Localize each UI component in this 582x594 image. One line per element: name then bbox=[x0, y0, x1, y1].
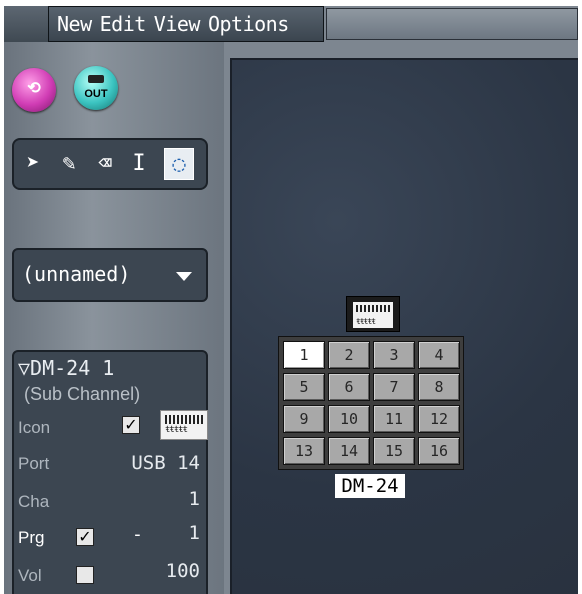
vol-label: Vol bbox=[18, 566, 42, 585]
prg-checkbox[interactable]: ✓ bbox=[76, 528, 94, 546]
tool-palette: ➤ ✎ ⌫ I ◌ bbox=[12, 138, 208, 190]
menu-view[interactable]: View bbox=[154, 12, 201, 36]
workspace-canvas[interactable]: ŧŧŧŧŧ 1 2 3 4 5 6 7 8 9 10 11 12 13 14 15 16 DM-24 bbox=[230, 58, 578, 594]
dropdown-value: (unnamed) bbox=[22, 262, 131, 286]
chevron-down-icon bbox=[176, 272, 192, 281]
arrow-tool-icon[interactable]: ➤ bbox=[18, 148, 48, 180]
cha-value[interactable]: 1 bbox=[189, 488, 200, 510]
prg-value[interactable]: 1 bbox=[189, 522, 200, 544]
name-dropdown[interactable]: (unnamed) bbox=[12, 248, 208, 302]
vol-checkbox[interactable] bbox=[76, 566, 94, 584]
left-panel: ⟲ OUT ➤ ✎ ⌫ I ◌ (unnamed) ▽DM-24 1 (Sub … bbox=[4, 42, 224, 594]
channel-button-4[interactable]: 4 bbox=[418, 341, 460, 369]
channel-button-8[interactable]: 8 bbox=[418, 373, 460, 401]
channel-button-2[interactable]: 2 bbox=[328, 341, 370, 369]
eraser-tool-icon[interactable]: ⌫ bbox=[90, 148, 120, 180]
device-title[interactable]: ▽DM-24 1 bbox=[18, 356, 114, 380]
prg-dash: - bbox=[132, 524, 143, 545]
device-subtitle: (Sub Channel) bbox=[24, 384, 141, 404]
prg-label: Prg bbox=[18, 528, 45, 547]
menu-new[interactable]: New bbox=[57, 12, 92, 36]
channel-button-11[interactable]: 11 bbox=[373, 405, 415, 433]
channel-button-3[interactable]: 3 bbox=[373, 341, 415, 369]
midi-button[interactable]: ⟲ bbox=[12, 68, 56, 112]
icon-label: Icon bbox=[18, 418, 51, 437]
channel-button-13[interactable]: 13 bbox=[283, 437, 325, 465]
icon-checkbox[interactable]: ✓ bbox=[122, 416, 140, 434]
channel-button-15[interactable]: 15 bbox=[373, 437, 415, 465]
lasso-tool-icon[interactable]: ◌ bbox=[164, 148, 194, 180]
channel-grid: 1 2 3 4 5 6 7 8 9 10 11 12 13 14 15 16 bbox=[278, 336, 464, 470]
channel-button-6[interactable]: 6 bbox=[328, 373, 370, 401]
midi-icon: ⟲ bbox=[27, 78, 41, 97]
plug-icon bbox=[88, 75, 104, 83]
cha-label: Cha bbox=[18, 492, 50, 511]
device-label[interactable]: DM-24 bbox=[335, 474, 405, 498]
menu-edit[interactable]: Edit bbox=[100, 12, 147, 36]
menubar: New Edit View Options bbox=[48, 6, 324, 42]
channel-button-9[interactable]: 9 bbox=[283, 405, 325, 433]
channel-button-16[interactable]: 16 bbox=[418, 437, 460, 465]
channel-button-1[interactable]: 1 bbox=[283, 341, 325, 369]
properties-panel: ▽DM-24 1 (Sub Channel) Icon ✓ ŧŧŧŧŧ Port… bbox=[12, 350, 208, 594]
out-button[interactable]: OUT bbox=[74, 66, 118, 110]
channel-button-5[interactable]: 5 bbox=[283, 373, 325, 401]
app-window: New Edit View Options ⟲ OUT ➤ ✎ ⌫ I ◌ (u… bbox=[4, 6, 578, 594]
menu-options[interactable]: Options bbox=[208, 12, 289, 36]
device-icon[interactable]: ŧŧŧŧŧ bbox=[346, 296, 400, 332]
channel-button-14[interactable]: 14 bbox=[328, 437, 370, 465]
channel-button-10[interactable]: 10 bbox=[328, 405, 370, 433]
port-label: Port bbox=[18, 454, 50, 473]
menubar-right-area bbox=[326, 8, 578, 40]
menubar-left-cap bbox=[4, 6, 48, 43]
text-cursor-tool-icon[interactable]: I bbox=[124, 148, 154, 180]
vol-value[interactable]: 100 bbox=[166, 560, 200, 582]
mixer-icon: ŧŧŧŧŧ bbox=[160, 410, 208, 440]
channel-button-12[interactable]: 12 bbox=[418, 405, 460, 433]
out-button-label: OUT bbox=[84, 88, 108, 100]
port-value[interactable]: USB 14 bbox=[131, 452, 200, 474]
channel-button-7[interactable]: 7 bbox=[373, 373, 415, 401]
pencil-tool-icon[interactable]: ✎ bbox=[54, 148, 84, 180]
